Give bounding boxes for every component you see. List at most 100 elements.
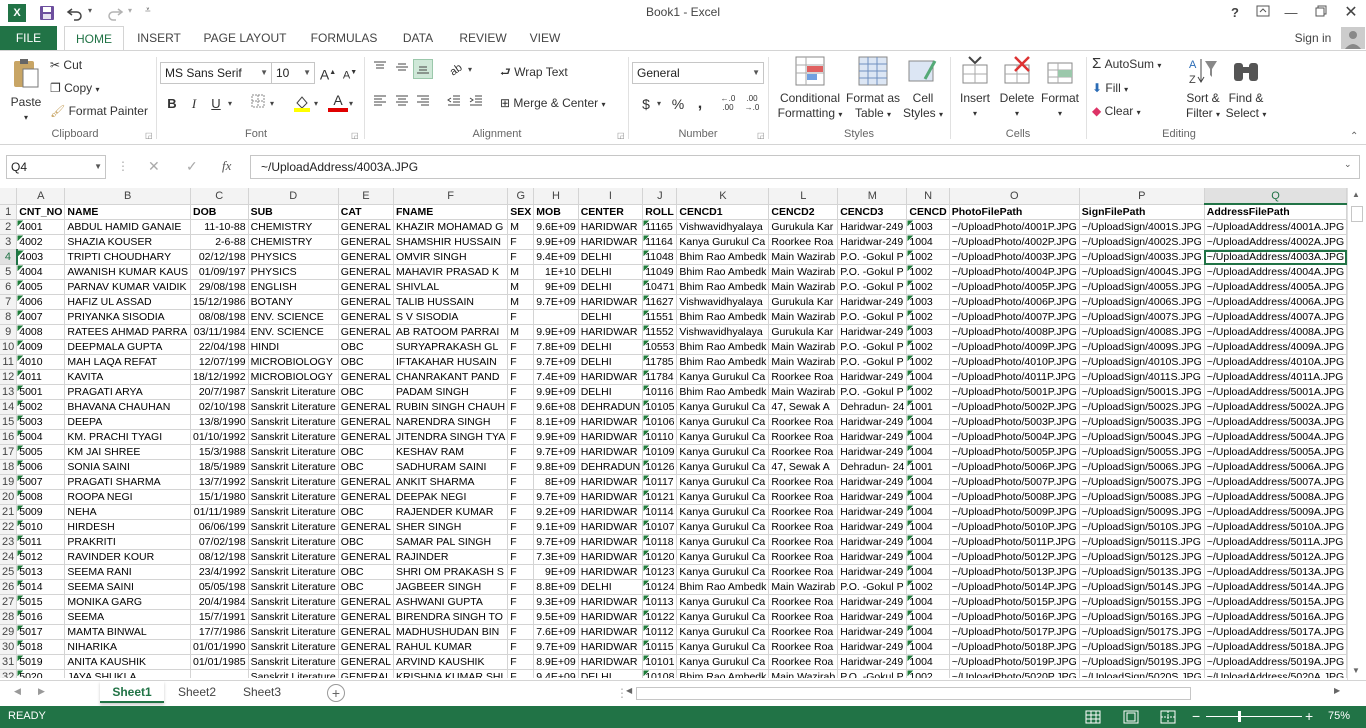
cell[interactable]: 5013	[16, 564, 66, 580]
cell[interactable]: 5011	[16, 534, 66, 550]
cell[interactable]: 10115	[642, 639, 678, 655]
cell[interactable]: DELHI	[578, 339, 644, 355]
cell[interactable]: 9.2E+09	[533, 504, 579, 520]
cell[interactable]: RAJENDER KUMAR	[393, 504, 509, 520]
cell[interactable]: Kanya Gurukul Ca	[676, 414, 770, 430]
cell[interactable]: RAHUL KUMAR	[393, 639, 509, 655]
cell[interactable]: OBC	[338, 459, 394, 475]
column-header[interactable]: J	[642, 188, 678, 205]
cell[interactable]: 5017	[16, 624, 66, 640]
cell[interactable]: ~/UploadAddress/4008A.JPG	[1204, 324, 1347, 340]
cell[interactable]: MOB	[533, 204, 579, 220]
cell[interactable]: Kanya Gurukul Ca	[676, 564, 770, 580]
cell[interactable]: GENERAL	[338, 249, 394, 265]
cell[interactable]: ~/UploadPhoto/5007P.JPG	[949, 474, 1080, 490]
cell[interactable]: GENERAL	[338, 594, 394, 610]
cell[interactable]: AWANISH KUMAR KAUS	[64, 264, 191, 280]
cell[interactable]: HARIDWAR	[578, 594, 644, 610]
cell[interactable]: DELHI	[578, 669, 644, 678]
row-header[interactable]: 10	[0, 339, 18, 355]
cell[interactable]: Sanskrit Literature	[248, 609, 339, 625]
underline-button[interactable]: U	[206, 94, 226, 114]
cell[interactable]: OBC	[338, 579, 394, 595]
cell[interactable]: HARIDWAR	[578, 429, 644, 445]
cell[interactable]: PARNAV KUMAR VAIDIK	[64, 279, 191, 295]
cell[interactable]: ~/UploadAddress/4005A.JPG	[1204, 279, 1347, 295]
cell[interactable]: ~/UploadAddress/5004A.JPG	[1204, 429, 1347, 445]
cell[interactable]: 1002	[906, 264, 950, 280]
cell[interactable]: ~/UploadAddress/4006A.JPG	[1204, 294, 1347, 310]
zoom-out-icon[interactable]: −	[1192, 708, 1200, 724]
cell[interactable]: 5015	[16, 594, 66, 610]
cell[interactable]: 1004	[906, 534, 950, 550]
cell[interactable]: DELHI	[578, 264, 644, 280]
cell[interactable]: CHEMISTRY	[248, 219, 339, 235]
cell[interactable]: DEHRADUN	[578, 459, 644, 475]
cell[interactable]: F	[507, 429, 535, 445]
formula-input[interactable]: ~/UploadAddress/4003A.JPG	[250, 155, 1360, 179]
cell[interactable]: 4009	[16, 339, 66, 355]
cell[interactable]: ~/UploadAddress/5006A.JPG	[1204, 459, 1347, 475]
scroll-up-icon[interactable]: ▲	[1352, 190, 1360, 199]
cell[interactable]: SURYAPRAKASH GL	[393, 339, 509, 355]
column-header[interactable]: O	[949, 188, 1080, 205]
cell[interactable]: 9.9E+09	[533, 324, 579, 340]
row-header[interactable]: 15	[0, 414, 18, 430]
horizontal-scroll-thumb[interactable]	[636, 687, 1191, 700]
cell[interactable]: Bhim Rao Ambedk	[676, 279, 770, 295]
cell[interactable]: DEEPMALA GUPTA	[64, 339, 191, 355]
cell[interactable]: GENERAL	[338, 669, 394, 678]
cell[interactable]: ~/UploadPhoto/5002P.JPG	[949, 399, 1080, 415]
minimize-icon[interactable]: —	[1280, 3, 1302, 23]
column-header[interactable]: M	[837, 188, 908, 205]
cell[interactable]: 9E+09	[533, 564, 579, 580]
font-color-button[interactable]: A	[328, 92, 348, 112]
cell[interactable]: GENERAL	[338, 429, 394, 445]
comma-button[interactable]: ,	[690, 94, 710, 114]
cell[interactable]: Sanskrit Literature	[248, 519, 339, 535]
cell[interactable]: Main Wazirab	[768, 579, 839, 595]
cell[interactable]: 4001	[16, 219, 66, 235]
cell[interactable]: ~/UploadAddress/5009A.JPG	[1204, 504, 1347, 520]
cell[interactable]: 5007	[16, 474, 66, 490]
cell[interactable]: Roorkee Roa	[768, 639, 839, 655]
insert-cells-button[interactable]: Insert ▾	[954, 55, 996, 121]
cell[interactable]: 4004	[16, 264, 66, 280]
cell[interactable]: 15/1/1980	[190, 489, 249, 505]
cell[interactable]: ~/UploadSign/5015S.JPG	[1079, 594, 1205, 610]
cell[interactable]: ~/UploadPhoto/4001P.JPG	[949, 219, 1080, 235]
cell[interactable]: 4010	[16, 354, 66, 370]
cell[interactable]: 02/10/198	[190, 399, 249, 415]
cell[interactable]: F	[507, 519, 535, 535]
cell[interactable]: F	[507, 639, 535, 655]
cell[interactable]: 7.6E+09	[533, 624, 579, 640]
scroll-thumb[interactable]	[1351, 206, 1363, 222]
cell[interactable]: 2-6-88	[190, 234, 249, 250]
cell[interactable]: P.O. -Gokul P	[837, 579, 908, 595]
align-left-icon[interactable]	[370, 93, 390, 113]
row-header[interactable]: 12	[0, 369, 18, 385]
cell[interactable]: Kanya Gurukul Ca	[676, 369, 770, 385]
cell[interactable]: 1002	[906, 354, 950, 370]
prev-sheet-icon[interactable]: ◀	[14, 686, 21, 697]
cell[interactable]: DELHI	[578, 249, 644, 265]
cell[interactable]: Main Wazirab	[768, 669, 839, 678]
cell[interactable]: 5009	[16, 504, 66, 520]
cell[interactable]: Kanya Gurukul Ca	[676, 459, 770, 475]
cell[interactable]: P.O. -Gokul P	[837, 669, 908, 678]
cell[interactable]: 7.3E+09	[533, 549, 579, 565]
cell[interactable]: ~/UploadAddress/5018A.JPG	[1204, 639, 1347, 655]
number-launcher-icon[interactable]: ◲	[757, 131, 765, 140]
cell[interactable]: 1004	[906, 414, 950, 430]
cell[interactable]: MAHAVIR PRASAD K	[393, 264, 509, 280]
cell[interactable]: 1002	[906, 339, 950, 355]
cell[interactable]: ~/UploadSign/5004S.JPG	[1079, 429, 1205, 445]
cell[interactable]: SignFilePath	[1079, 204, 1205, 220]
cell[interactable]: OBC	[338, 534, 394, 550]
cell[interactable]: 1002	[906, 579, 950, 595]
cell[interactable]: 9.5E+09	[533, 609, 579, 625]
cell[interactable]: GENERAL	[338, 294, 394, 310]
cell[interactable]: CENCD	[906, 204, 950, 220]
cell[interactable]: PADAM SINGH	[393, 384, 509, 400]
cell[interactable]: OBC	[338, 354, 394, 370]
